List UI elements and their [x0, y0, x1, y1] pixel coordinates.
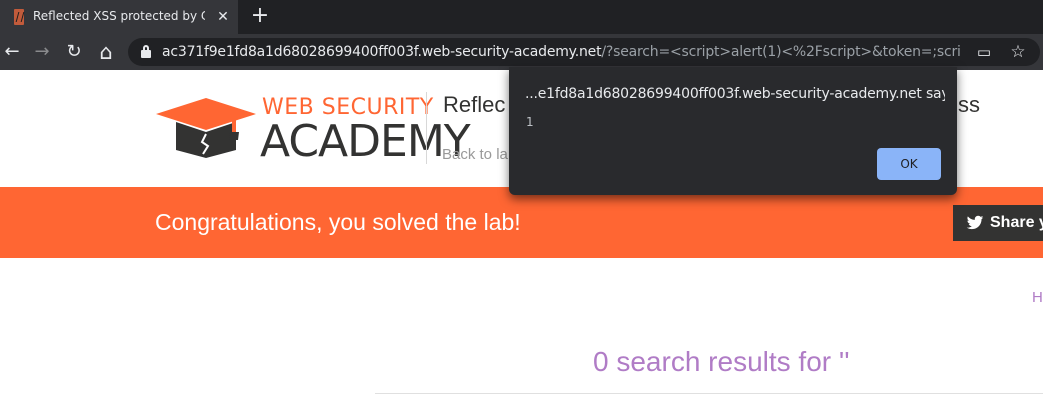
- cast-icon[interactable]: ▭: [974, 42, 994, 62]
- lab-title: Reflec: [443, 92, 506, 117]
- alert-dialog: ...e1fd8a1d68028699400ff003f.web-securit…: [509, 67, 957, 195]
- browser-toolbar: ← → ↻ ⌂ ac371f9e1fd8a1d68028699400ff003f…: [0, 34, 1043, 70]
- tab-title: Reflected XSS protected by CSP, with CSP…: [33, 9, 205, 23]
- tab-strip: Reflected XSS protected by CSP, with CSP…: [0, 0, 1043, 34]
- back-to-lab-link[interactable]: Back to la: [442, 146, 508, 163]
- ok-button[interactable]: OK: [877, 148, 941, 180]
- reload-icon[interactable]: ↻: [62, 40, 86, 64]
- back-arrow-icon[interactable]: ←: [0, 40, 24, 64]
- graduation-cap-icon: [156, 98, 256, 158]
- url-text[interactable]: ac371f9e1fd8a1d68028699400ff003f.web-sec…: [162, 44, 962, 60]
- share-button[interactable]: Share y: [953, 205, 1043, 241]
- logo-line2: ACADEMY: [260, 116, 471, 167]
- solved-message: Congratulations, you solved the lab!: [155, 209, 521, 235]
- dialog-message: 1: [526, 115, 534, 129]
- content-divider: [375, 393, 1043, 394]
- solved-banner: Congratulations, you solved the lab! Sha…: [0, 187, 1043, 258]
- tab-active[interactable]: Reflected XSS protected by CSP, with CSP…: [0, 0, 238, 34]
- burp-favicon-icon: [14, 9, 24, 25]
- share-label: Share y: [990, 214, 1043, 231]
- web-security-academy-logo[interactable]: WEB SECURITY ACADEMY: [156, 92, 471, 167]
- home-icon[interactable]: ⌂: [94, 40, 118, 64]
- search-results-heading: 0 search results for '': [593, 346, 850, 377]
- close-tab-icon[interactable]: ✕: [214, 6, 232, 26]
- url-host: ac371f9e1fd8a1d68028699400ff003f.web-sec…: [162, 44, 602, 60]
- home-link[interactable]: H: [1032, 289, 1043, 306]
- header-divider: [426, 92, 427, 164]
- twitter-bird-icon: [966, 215, 984, 230]
- forward-arrow-icon[interactable]: →: [30, 40, 54, 64]
- dialog-title: ...e1fd8a1d68028699400ff003f.web-securit…: [525, 86, 945, 102]
- bookmark-star-icon[interactable]: ☆: [1008, 42, 1028, 62]
- browser-window: Reflected XSS protected by CSP, with CSP…: [0, 0, 1043, 419]
- address-bar[interactable]: ac371f9e1fd8a1d68028699400ff003f.web-sec…: [128, 38, 1040, 66]
- new-tab-icon[interactable]: +: [249, 4, 271, 28]
- url-path: /?search=<script>alert(1)<%2Fscript>&tok…: [601, 44, 962, 60]
- lab-title-tail: ss: [958, 92, 980, 117]
- lock-icon[interactable]: [141, 45, 151, 58]
